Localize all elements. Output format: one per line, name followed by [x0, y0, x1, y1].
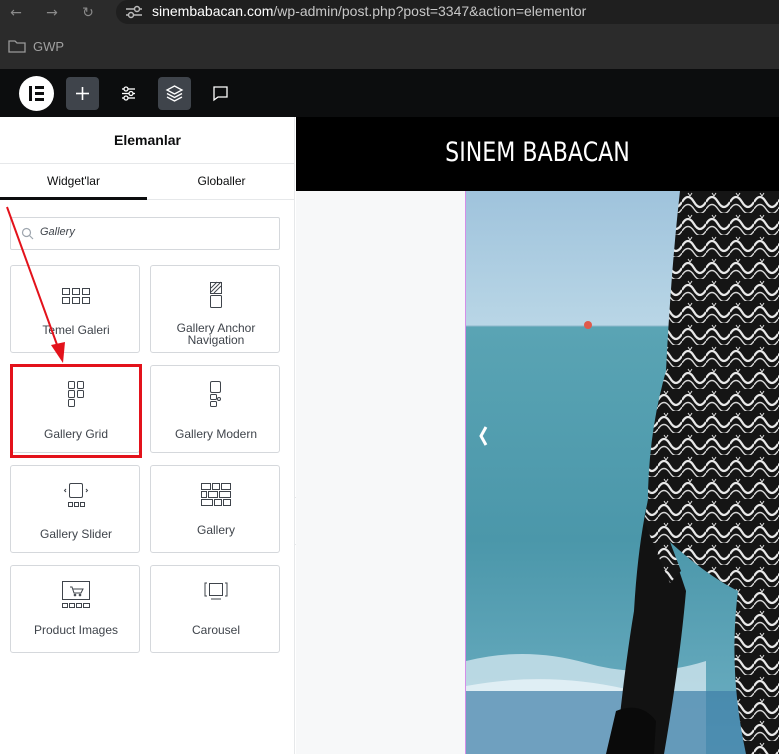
layers-icon — [165, 85, 184, 102]
gallery-icon — [201, 483, 231, 506]
gallery-modern-icon — [210, 381, 221, 407]
annotation-arrow — [6, 206, 65, 363]
gallery-slider-icon — [63, 483, 89, 507]
bookmarks-bar: GWP — [0, 26, 779, 69]
comment-icon — [213, 86, 228, 102]
elementor-logo-icon[interactable] — [19, 76, 54, 111]
forward-icon[interactable]: → — [42, 3, 62, 23]
bookmark-folder-gwp[interactable]: GWP — [33, 39, 64, 54]
widget-gallery-slider[interactable]: Gallery Slider — [10, 465, 140, 553]
widget-label: Gallery Modern — [174, 427, 258, 441]
preview-canvas: SINEM BABACAN — [296, 117, 779, 754]
widget-carousel[interactable]: Carousel — [150, 565, 280, 653]
site-logo[interactable]: SINEM BABACAN — [339, 137, 735, 168]
hero-photo — [466, 191, 779, 754]
back-icon[interactable]: ← — [6, 3, 26, 23]
folder-icon — [8, 40, 26, 53]
widget-gallery[interactable]: Gallery — [150, 465, 280, 553]
browser-toolbar: ← → ↻ sinembabacan.com/wp-admin/post.php… — [0, 0, 779, 26]
panel-title: Elemanlar — [114, 132, 181, 148]
product-images-icon — [62, 581, 90, 608]
reload-icon[interactable]: ↻ — [78, 3, 98, 23]
elementor-topbar — [0, 69, 779, 117]
widget-gallery-anchor-navigation[interactable]: Gallery Anchor Navigation — [150, 265, 280, 353]
widget-gallery-modern[interactable]: Gallery Modern — [150, 365, 280, 453]
site-header: SINEM BABACAN — [296, 117, 779, 191]
add-element-button[interactable] — [66, 77, 99, 110]
highlight-box — [10, 364, 142, 458]
anchor-navigation-icon — [210, 281, 222, 308]
tab-globals[interactable]: Globaller — [148, 164, 295, 200]
site-settings-icon[interactable] — [124, 4, 144, 20]
widget-label: Product Images — [33, 623, 119, 637]
widget-product-images[interactable]: Product Images — [10, 565, 140, 653]
widget-label: Gallery Slider — [39, 527, 113, 541]
sliders-icon — [122, 86, 135, 101]
plus-icon — [76, 87, 89, 100]
panel-header: Elemanlar — [0, 117, 295, 164]
url-text: sinembabacan.com/wp-admin/post.php?post=… — [152, 3, 587, 19]
structure-button[interactable] — [158, 77, 191, 110]
widget-label: Carousel — [191, 623, 241, 637]
notes-button[interactable] — [204, 77, 237, 110]
carousel-icon — [204, 582, 228, 600]
widget-label: Gallery Anchor Navigation — [176, 321, 256, 347]
site-settings-button[interactable] — [112, 77, 145, 110]
hero-image[interactable] — [465, 191, 779, 754]
address-bar[interactable]: sinembabacan.com/wp-admin/post.php?post=… — [116, 0, 779, 24]
widget-label: Gallery — [196, 523, 235, 537]
